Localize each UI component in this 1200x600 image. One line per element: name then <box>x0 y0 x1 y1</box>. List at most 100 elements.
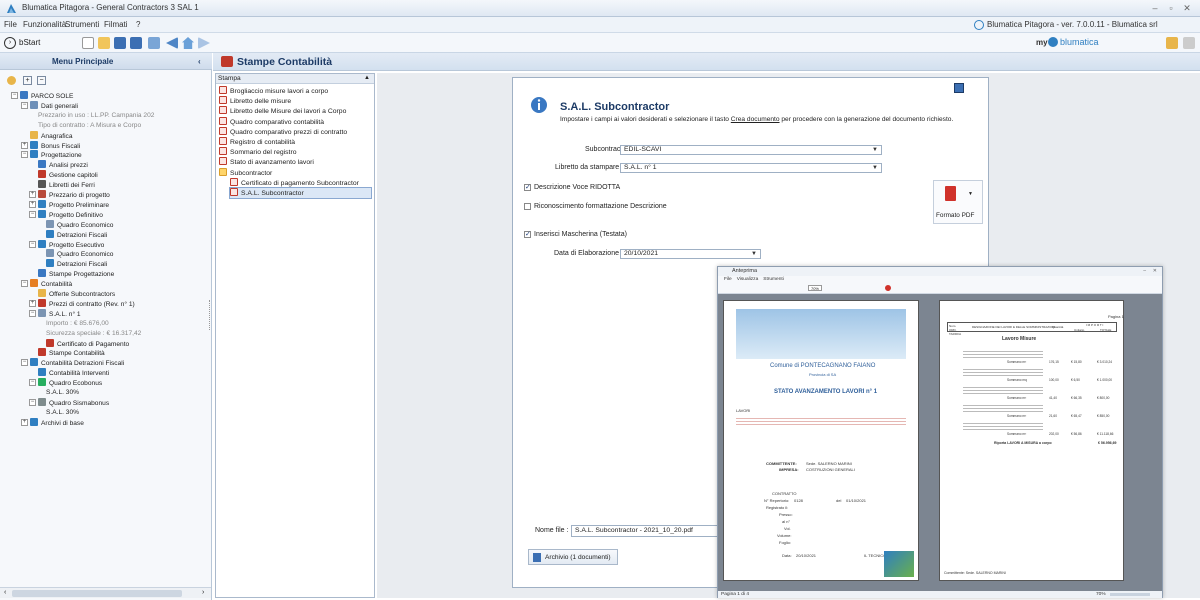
bstart-button[interactable]: bStart <box>19 38 40 47</box>
print-list-item[interactable]: Libretto delle Misure dei lavori a Corpo <box>219 106 371 116</box>
tree-item[interactable]: Detrazioni Fiscali <box>46 229 107 239</box>
tree-item[interactable]: Bonus Fiscali <box>30 140 80 150</box>
tree-item[interactable]: Archivi di base <box>30 417 84 427</box>
new-icon[interactable] <box>82 37 94 49</box>
preview-menu-visualizza[interactable]: Visualizza <box>737 277 759 282</box>
back-icon[interactable] <box>166 37 178 49</box>
tree-item[interactable]: Contabilità <box>30 279 72 288</box>
save-settings-icon[interactable] <box>954 83 964 93</box>
preview-zoom-slider[interactable] <box>1110 593 1150 596</box>
tree-item[interactable]: Quadro Ecobonus <box>38 378 102 387</box>
print-list-item[interactable]: Stato di avanzamento lavori <box>219 157 371 167</box>
tree-item[interactable]: Progetto Definitivo <box>38 209 103 219</box>
tree-item[interactable]: Offerte Subcontractors <box>38 289 115 298</box>
menu-file[interactable]: File <box>4 20 17 29</box>
crea-documento-link[interactable]: Crea documento <box>731 116 780 123</box>
formato-pdf-button[interactable]: ▼ Formato PDF <box>933 180 983 224</box>
tree-item[interactable]: Quadro Economico <box>46 249 113 258</box>
preview-stop-icon[interactable] <box>885 285 891 291</box>
preview-zoom-field[interactable]: 70% <box>808 285 822 291</box>
print-list-item[interactable]: Sommario del registro <box>219 147 371 157</box>
tree-item[interactable]: Analisi prezzi <box>38 160 88 169</box>
print-list-item[interactable]: Registro di contabilità <box>219 137 371 147</box>
tree-item[interactable]: Importo : € 85.676,00 <box>46 319 109 328</box>
open-icon[interactable] <box>98 37 110 49</box>
list-sort-icon[interactable]: ▲ <box>364 74 370 83</box>
tree-item[interactable]: Prezzi di contratto (Rev. n° 1) <box>38 298 135 308</box>
expand-all-icon[interactable]: + <box>23 76 32 85</box>
tree-item[interactable]: PARCO SOLE <box>20 91 73 100</box>
dropdown-arrow-icon[interactable]: ▼ <box>968 191 973 197</box>
tree-item[interactable]: Quadro Sismabonus <box>38 397 109 407</box>
preview-minimize-icon[interactable]: – <box>1143 267 1146 276</box>
minimize-icon[interactable]: – <box>1148 3 1162 13</box>
tree-item[interactable]: Stampe Progettazione <box>38 269 114 278</box>
tree-item[interactable]: Progetto Esecutivo <box>38 239 104 249</box>
tree-item[interactable]: Progetto Preliminare <box>38 199 109 209</box>
horizontal-scrollbar[interactable]: ‹ › <box>0 587 211 598</box>
menu-help[interactable]: ? <box>136 20 140 29</box>
collapse-node-icon[interactable]: − <box>21 359 28 367</box>
refresh-icon[interactable] <box>148 37 160 49</box>
tree-item[interactable]: S.A.L. n° 1 <box>38 308 81 318</box>
tree-item[interactable]: Stampe Contabilità <box>38 348 105 357</box>
collapse-node-icon[interactable]: − <box>29 309 36 317</box>
save-all-icon[interactable] <box>130 37 142 49</box>
tree-item[interactable]: S.A.L. 30% <box>46 408 79 417</box>
layout-icon[interactable] <box>1183 37 1195 49</box>
collapse-node-icon[interactable]: − <box>29 240 36 248</box>
collapse-node-icon[interactable]: − <box>21 280 28 288</box>
close-icon[interactable]: ✕ <box>1180 3 1194 14</box>
libretto-select[interactable]: S.A.L. n° 1 ▼ <box>620 163 882 173</box>
collapse-node-icon[interactable]: − <box>11 92 18 99</box>
print-list-item[interactable]: Quadro comparativo prezzi di contratto <box>219 126 371 137</box>
tree-item[interactable]: Progettazione <box>30 150 82 159</box>
tree-item[interactable]: Libretti dei Ferri <box>38 180 95 189</box>
preview-menu-strumenti[interactable]: Strumenti <box>763 277 784 282</box>
mascherina-checkbox[interactable]: ✓ <box>524 231 531 238</box>
tree-item[interactable]: Prezzario di progetto <box>38 190 110 199</box>
settings-icon[interactable] <box>7 76 16 85</box>
data-elaborazione-picker[interactable]: 20/10/2021 ▼ <box>620 249 761 259</box>
print-list-item[interactable]: Certificato di pagamento Subcontractor <box>230 177 371 188</box>
expand-node-icon[interactable]: + <box>21 141 28 149</box>
print-list-item[interactable]: S.A.L. Subcontractor <box>229 187 372 199</box>
menu-strumenti[interactable]: Strumenti <box>65 20 99 29</box>
my-label[interactable]: my <box>1036 38 1048 47</box>
save-icon[interactable] <box>114 37 126 49</box>
user-icon[interactable] <box>1166 37 1178 49</box>
tree-item[interactable]: S.A.L. 30% <box>46 388 79 397</box>
tree-item[interactable]: Tipo di contratto : A Misura e Corpo <box>38 121 141 130</box>
print-list-item[interactable]: Subcontractor <box>219 167 371 178</box>
collapse-all-icon[interactable]: − <box>37 76 46 85</box>
expand-node-icon[interactable]: + <box>29 200 36 208</box>
subcontractor-select[interactable]: EDIL-SCAVI ▼ <box>620 145 882 155</box>
splitter-handle[interactable] <box>209 300 211 330</box>
collapse-icon[interactable]: ‹ <box>198 57 201 66</box>
collapse-node-icon[interactable]: − <box>29 398 36 406</box>
expand-node-icon[interactable]: + <box>29 191 36 198</box>
tree-item[interactable]: Anagrafica <box>30 130 73 140</box>
preview-menu-file[interactable]: File <box>724 277 732 282</box>
collapse-node-icon[interactable]: − <box>21 151 28 159</box>
expand-node-icon[interactable]: + <box>21 418 28 426</box>
riconoscimento-checkbox[interactable] <box>524 203 531 210</box>
descrizione-checkbox[interactable]: ✓ <box>524 184 531 191</box>
print-list-item[interactable]: Brogliaccio misure lavori a corpo <box>219 86 371 96</box>
tree-item[interactable]: Gestione capitoli <box>38 170 98 179</box>
print-list-item[interactable]: Quadro comparativo contabilità <box>219 116 371 127</box>
menu-filmati[interactable]: Filmati <box>104 20 128 29</box>
preview-close-icon[interactable]: ✕ <box>1153 267 1157 276</box>
collapse-node-icon[interactable]: − <box>29 379 36 387</box>
forward-icon[interactable] <box>198 37 210 49</box>
collapse-node-icon[interactable]: − <box>21 101 28 109</box>
print-list-item[interactable]: Libretto delle misure <box>219 96 371 106</box>
tree-item[interactable]: Sicurezza speciale : € 16.317,42 <box>46 329 141 338</box>
archivio-button[interactable]: Archivio (1 documenti) <box>528 549 618 565</box>
menu-funzionalita[interactable]: Funzionalità <box>23 20 66 29</box>
restore-icon[interactable]: ▫ <box>1164 3 1178 13</box>
tree-item[interactable]: Quadro Economico <box>46 219 113 229</box>
scrollbar-thumb[interactable] <box>12 590 182 597</box>
collapse-node-icon[interactable]: − <box>29 210 36 218</box>
tree-item[interactable]: Contabilità Interventi <box>38 368 109 377</box>
